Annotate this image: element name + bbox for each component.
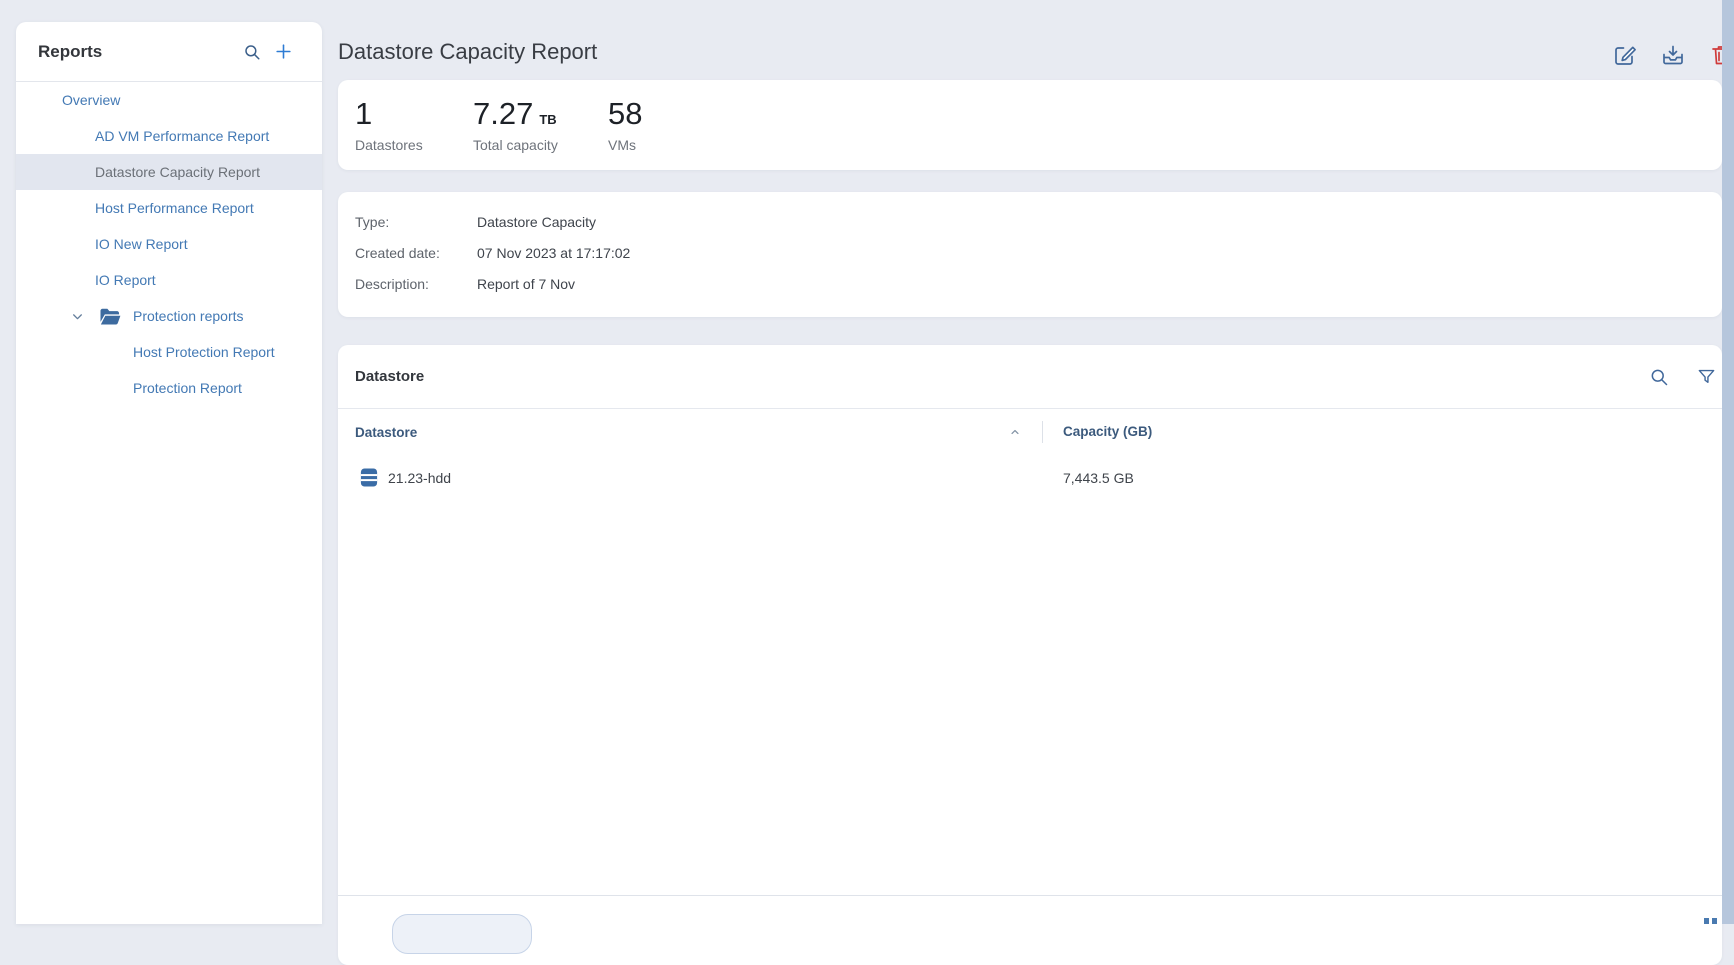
datastore-disk-icon [360,467,378,488]
datastore-name: 21.23-hdd [388,470,451,486]
detail-row-created-date: Created date: 07 Nov 2023 at 17:17:02 [355,244,1722,262]
sidebar-item-ad-vm-performance-report[interactable]: AD VM Performance Report [16,118,322,154]
pagination-control-partial[interactable] [392,914,532,954]
detail-label: Type: [355,213,477,231]
stat-vms: 58 VMs [608,98,648,153]
add-report-icon[interactable] [274,42,293,61]
table-footer [338,895,1722,965]
table-header-row: Datastore Capacity (GB) [338,409,1722,455]
sidebar-title: Reports [38,42,243,62]
sidebar-item-io-report[interactable]: IO Report [16,262,322,298]
stat-total-capacity: 7.27 TB Total capacity [473,98,608,153]
sidebar-item-label: AD VM Performance Report [95,128,269,144]
folder-open-icon [99,307,121,326]
sidebar-item-datastore-capacity-report[interactable]: Datastore Capacity Report [16,154,322,190]
stat-label: Datastores [355,137,473,153]
sidebar-item-label: Overview [62,92,120,108]
stat-value: 1 [355,98,372,130]
datastore-table-card: Datastore Datastore Capacity (GB) 21.23-… [338,345,1722,965]
sidebar-item-label: Datastore Capacity Report [95,164,260,180]
detail-label: Created date: [355,244,477,262]
summary-stats-card: 1 Datastores 7.27 TB Total capacity 58 V… [338,80,1722,170]
sidebar-item-protection-report[interactable]: Protection Report [16,370,322,406]
detail-row-type: Type: Datastore Capacity [355,213,1722,231]
stat-label: Total capacity [473,137,608,153]
section-title: Datastore [355,368,1649,385]
detail-value: Datastore Capacity [477,213,596,231]
edit-icon[interactable] [1613,43,1637,67]
pagination-mark[interactable] [1712,918,1717,924]
sidebar-item-host-performance-report[interactable]: Host Performance Report [16,190,322,226]
detail-value: Report of 7 Nov [477,275,575,293]
stat-value: 58 [608,98,642,130]
stat-label: VMs [608,137,648,153]
reports-sidebar: Reports Overview AD VM Performance Repor… [16,22,322,924]
sidebar-item-protection-reports-folder[interactable]: Protection reports [16,298,322,334]
datastore-capacity: 7,443.5 GB [1063,470,1134,486]
sidebar-item-label: Host Performance Report [95,200,254,216]
sidebar-header: Reports [16,22,322,82]
sidebar-item-label: IO New Report [95,236,188,252]
delete-icon[interactable] [1709,43,1722,67]
detail-label: Description: [355,275,477,293]
stat-value: 7.27 [473,98,533,130]
detail-row-description: Description: Report of 7 Nov [355,275,1722,293]
stat-unit: TB [539,112,556,127]
stat-datastores: 1 Datastores [355,98,473,153]
column-header-datastore[interactable]: Datastore [355,425,417,440]
report-details-card: Type: Datastore Capacity Created date: 0… [338,192,1722,317]
sort-asc-icon[interactable] [1008,425,1022,439]
sidebar-item-label: Protection reports [133,308,244,324]
search-icon[interactable] [243,43,261,61]
sidebar-item-io-new-report[interactable]: IO New Report [16,226,322,262]
sidebar-item-host-protection-report[interactable]: Host Protection Report [16,334,322,370]
sidebar-item-label: Host Protection Report [133,344,275,360]
sidebar-item-overview[interactable]: Overview [16,82,322,118]
report-actions [1604,43,1722,69]
export-icon[interactable] [1661,43,1685,67]
page-title: Datastore Capacity Report [338,39,597,65]
chevron-down-icon[interactable] [71,310,84,323]
sidebar-item-label: IO Report [95,272,156,288]
detail-value: 07 Nov 2023 at 17:17:02 [477,244,630,262]
filter-icon[interactable] [1697,367,1716,386]
column-header-capacity[interactable]: Capacity (GB) [1063,424,1152,439]
search-icon[interactable] [1649,367,1669,387]
vertical-scrollbar[interactable] [1722,0,1734,924]
reports-tree: Overview AD VM Performance Report Datast… [16,82,322,406]
table-row[interactable]: 21.23-hdd 7,443.5 GB [338,455,1722,500]
sidebar-item-label: Protection Report [133,380,242,396]
datastore-card-header: Datastore [338,345,1722,409]
pagination-mark[interactable] [1704,918,1709,924]
